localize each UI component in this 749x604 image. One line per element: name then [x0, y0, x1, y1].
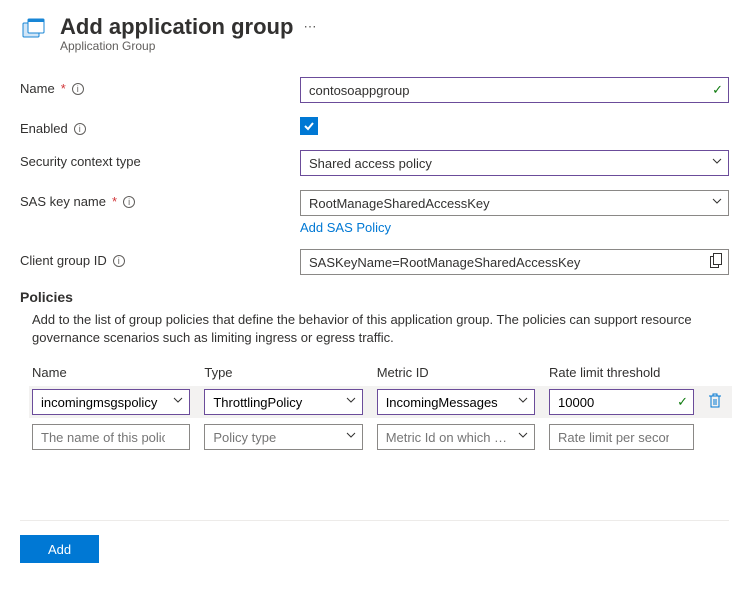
delete-row-icon[interactable] [708, 397, 722, 412]
app-group-icon [20, 16, 48, 44]
policy-name-input[interactable] [32, 424, 190, 450]
policy-type-select[interactable] [204, 389, 362, 415]
col-header-type: Type [204, 365, 362, 380]
copy-icon[interactable] [709, 253, 723, 272]
page-title: Add application group [60, 14, 293, 40]
enabled-checkbox[interactable] [300, 117, 318, 135]
policies-table: Name Type Metric ID Rate limit threshold [32, 365, 729, 450]
policies-description: Add to the list of group policies that d… [32, 311, 712, 347]
page-subtitle: Application Group [60, 39, 318, 53]
policy-row: ✓ [29, 386, 732, 418]
policy-name-input[interactable] [32, 389, 190, 415]
col-header-name: Name [32, 365, 190, 380]
name-label: Name [20, 81, 55, 96]
info-icon[interactable]: i [72, 83, 84, 95]
info-icon[interactable]: i [123, 196, 135, 208]
enabled-label: Enabled [20, 121, 68, 136]
col-header-metric: Metric ID [377, 365, 535, 380]
required-indicator: * [61, 81, 66, 96]
required-indicator: * [112, 194, 117, 209]
policy-rate-input[interactable] [549, 389, 694, 415]
client-group-id-label: Client group ID [20, 253, 107, 268]
sas-key-select[interactable] [300, 190, 729, 216]
sas-key-label: SAS key name [20, 194, 106, 209]
policy-type-select[interactable] [204, 424, 362, 450]
policy-rate-input[interactable] [549, 424, 694, 450]
client-group-id-field [300, 249, 729, 275]
valid-check-icon: ✓ [712, 82, 723, 98]
name-input[interactable] [300, 77, 729, 103]
panel-header: Add application group ⋯ Application Grou… [20, 14, 729, 53]
info-icon[interactable]: i [74, 123, 86, 135]
add-button[interactable]: Add [20, 535, 99, 563]
info-icon[interactable]: i [113, 255, 125, 267]
valid-check-icon: ✓ [677, 394, 688, 410]
policies-title: Policies [20, 289, 729, 305]
security-context-select[interactable] [300, 150, 729, 176]
policy-metric-select[interactable] [377, 389, 535, 415]
more-actions-icon[interactable]: ⋯ [303, 19, 318, 35]
security-context-label: Security context type [20, 154, 141, 169]
add-sas-policy-link[interactable]: Add SAS Policy [300, 220, 391, 235]
policy-metric-select[interactable] [377, 424, 535, 450]
policy-row-empty [32, 424, 729, 450]
col-header-rate: Rate limit threshold [549, 365, 694, 380]
